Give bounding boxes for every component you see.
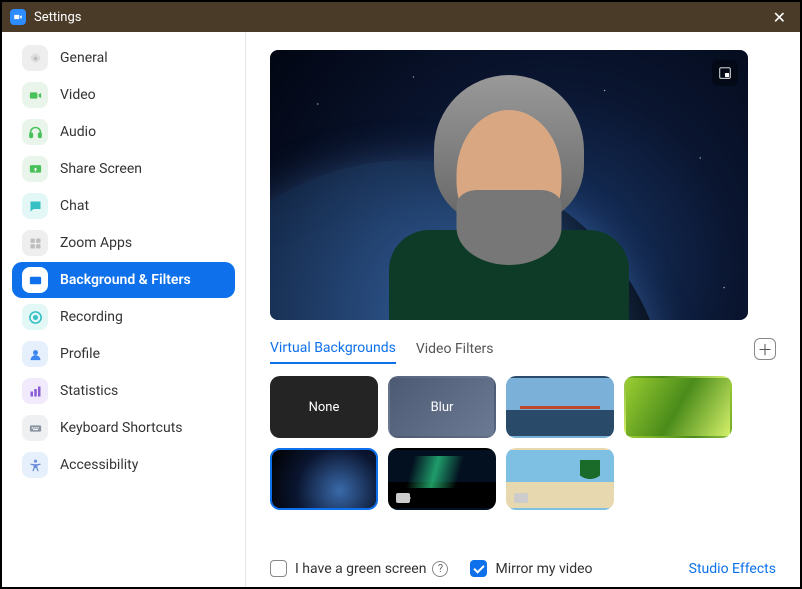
sidebar-item-statistics[interactable]: Statistics (12, 373, 235, 409)
headphones-icon (22, 119, 48, 145)
bg-thumb-aurora[interactable] (388, 448, 496, 510)
video-icon (22, 82, 48, 108)
background-thumbnails: NoneBlur (270, 376, 776, 510)
sidebar-item-general[interactable]: General (12, 40, 235, 76)
tab-virtual-backgrounds[interactable]: Virtual Backgrounds (270, 334, 396, 364)
sidebar-item-share-screen[interactable]: Share Screen (12, 151, 235, 187)
statistics-icon (22, 378, 48, 404)
sidebar-item-label: Zoom Apps (60, 235, 132, 251)
bg-thumb-blur[interactable]: Blur (388, 376, 496, 438)
keyboard-icon (22, 415, 48, 441)
profile-icon (22, 341, 48, 367)
tab-video-filters[interactable]: Video Filters (416, 335, 494, 363)
sidebar-item-label: Keyboard Shortcuts (60, 420, 183, 436)
sidebar-item-label: Background & Filters (60, 272, 191, 288)
bg-thumb-space[interactable] (270, 448, 378, 510)
sidebar-item-label: Share Screen (60, 161, 142, 177)
sidebar-item-label: Audio (60, 124, 96, 140)
mirror-video-checkbox[interactable] (470, 560, 487, 577)
sidebar-item-label: General (60, 50, 108, 66)
sidebar-item-zoom-apps[interactable]: Zoom Apps (12, 225, 235, 261)
sidebar-item-audio[interactable]: Audio (12, 114, 235, 150)
bg-thumb-beach[interactable] (506, 448, 614, 510)
window-title: Settings (34, 10, 81, 25)
studio-effects-link[interactable]: Studio Effects (689, 561, 776, 577)
mirror-video-label: Mirror my video (495, 561, 592, 577)
sidebar-item-keyboard-shortcuts[interactable]: Keyboard Shortcuts (12, 410, 235, 446)
sidebar-item-video[interactable]: Video (12, 77, 235, 113)
chat-icon (22, 193, 48, 219)
close-button[interactable]: ✕ (767, 8, 792, 27)
footer-controls: I have a green screen ? Mirror my video … (270, 546, 776, 577)
titlebar: Settings ✕ (2, 2, 800, 32)
content-panel: Virtual Backgrounds Video Filters ＋ None… (246, 32, 800, 587)
video-preview (270, 50, 748, 320)
recording-icon (22, 304, 48, 330)
gear-icon (22, 45, 48, 71)
video-badge-icon (396, 493, 410, 503)
green-screen-label: I have a green screen (295, 561, 426, 577)
share-screen-icon (22, 156, 48, 182)
apps-icon (22, 230, 48, 256)
accessibility-icon (22, 452, 48, 478)
sidebar: General Video Audio Share Screen Chat Zoom Ap… (2, 32, 246, 587)
sidebar-item-label: Video (60, 87, 96, 103)
sidebar-item-label: Profile (60, 346, 100, 362)
tabs: Virtual Backgrounds Video Filters ＋ (270, 334, 776, 364)
green-screen-checkbox[interactable] (270, 560, 287, 577)
sidebar-item-profile[interactable]: Profile (12, 336, 235, 372)
sidebar-item-label: Chat (60, 198, 89, 214)
sidebar-item-chat[interactable]: Chat (12, 188, 235, 224)
green-screen-help-icon[interactable]: ? (432, 561, 448, 577)
bg-thumb-bridge[interactable] (506, 376, 614, 438)
filters-icon (22, 267, 48, 293)
video-badge-icon (514, 493, 528, 503)
bg-thumb-none[interactable]: None (270, 376, 378, 438)
sidebar-item-accessibility[interactable]: Accessibility (12, 447, 235, 483)
zoom-logo-icon (10, 9, 26, 25)
sidebar-item-recording[interactable]: Recording (12, 299, 235, 335)
sidebar-item-background-filters[interactable]: Background & Filters (12, 262, 235, 298)
sidebar-item-label: Statistics (60, 383, 118, 399)
bg-thumb-grass[interactable] (624, 376, 732, 438)
sidebar-item-label: Recording (60, 309, 123, 325)
sidebar-item-label: Accessibility (60, 457, 138, 473)
add-background-button[interactable]: ＋ (754, 338, 776, 360)
expand-preview-icon[interactable] (712, 60, 738, 86)
